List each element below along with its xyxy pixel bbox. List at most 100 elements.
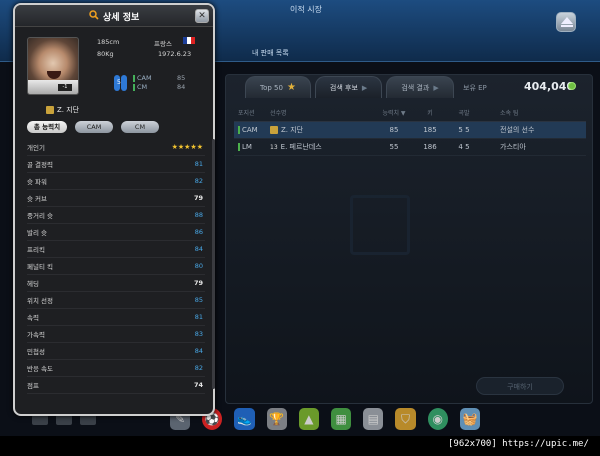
tab-search-results[interactable]: 검색 결과 ▶ — [386, 76, 454, 98]
stat-label: 중거리 슛 — [27, 212, 53, 220]
stat-label: 슛 커브 — [27, 195, 48, 203]
position-cam: CAM — [133, 74, 152, 82]
ep-label: 보유 EP — [463, 84, 487, 92]
shield-icon[interactable]: ⛉ — [395, 408, 416, 430]
tab-total-stats[interactable]: 총 능력치 — [27, 121, 67, 133]
empty-list-icon — [350, 195, 410, 255]
footer-caption: [962x700] https://upic.me/ — [448, 439, 589, 449]
my-sales-list-link[interactable]: 내 판매 목록 — [252, 48, 289, 58]
col-foot[interactable]: 곡발 — [446, 108, 482, 117]
tab-cm-stats[interactable]: CM — [121, 121, 159, 133]
stat-label: 가속력 — [27, 331, 45, 339]
position-mark-icon — [133, 83, 135, 91]
stat-scrollbar[interactable] — [212, 139, 215, 389]
player-height: 185cm — [97, 38, 120, 46]
small-button-1[interactable] — [32, 415, 48, 425]
ep-value: 404,040 — [524, 80, 575, 93]
stat-value: 81 — [194, 160, 203, 168]
stat-label: 페널티 킥 — [27, 263, 53, 271]
stat-value: 86 — [194, 228, 203, 236]
position-mark-icon — [238, 143, 240, 151]
col-height[interactable]: 키 — [414, 108, 446, 117]
popup-header: 상세 정보 ✕ — [15, 5, 213, 27]
eject-icon — [561, 17, 573, 24]
small-button-3[interactable] — [80, 415, 96, 425]
stat-value: 84 — [194, 347, 203, 355]
tab-candidates-label: 검색 후보 — [329, 83, 358, 92]
basket-icon[interactable]: 🧺 — [459, 408, 481, 430]
tab-search-candidates[interactable]: 검색 후보 ▶ — [314, 76, 383, 98]
screenshot-frame: { "app": { "top_title": "이적 시장", "sub_ti… — [0, 0, 600, 456]
stat-label: 프리킥 — [27, 246, 45, 254]
player-country: 프랑스 — [154, 40, 172, 48]
stat-row: 가속력 83 — [27, 326, 205, 343]
magnifier-icon — [89, 10, 99, 20]
row-foot: 4 5 — [458, 143, 470, 151]
stat-row: 민첩성 84 — [27, 343, 205, 360]
stat-row: 프리킥 84 — [27, 241, 205, 258]
row-rating: 55 — [389, 143, 399, 151]
stat-row: 슛 파워 82 — [27, 173, 205, 190]
small-button-2[interactable] — [56, 415, 72, 425]
france-flag-icon — [183, 37, 195, 44]
stat-value: 85 — [194, 296, 203, 304]
stat-label: 점프 — [27, 382, 39, 390]
arrow-icon: ▶ — [433, 83, 439, 92]
col-rating[interactable]: 능력치 ▼ — [374, 108, 414, 117]
cards-icon[interactable]: ▤ — [363, 408, 384, 430]
cone-icon[interactable]: ▲ — [298, 408, 320, 430]
table-row[interactable]: LM 13 E. 페르난데스 55 186 4 5 가스티아 — [234, 139, 586, 156]
stat-row: 반응 속도 82 — [27, 360, 205, 377]
row-team: 전설의 선수 — [500, 126, 535, 134]
position-cam-value: 85 — [177, 74, 186, 82]
stat-label: 반응 속도 — [27, 365, 53, 373]
stat-label: 헤딩 — [27, 280, 39, 288]
table-row[interactable]: CAM Z. 지단 85 185 5 5 전설의 선수 — [234, 122, 586, 139]
col-name[interactable]: 선수명 — [270, 108, 374, 117]
stat-value: 81 — [194, 313, 203, 321]
tab-top50[interactable]: Top 50 ★ — [245, 76, 311, 98]
col-position[interactable]: 포지션 — [234, 108, 270, 117]
player-name-row: Z. 지단 — [46, 105, 79, 115]
stat-label: 슛 파워 — [27, 178, 48, 186]
player-name: Z. 지단 — [57, 106, 80, 114]
stat-value: 79 — [193, 194, 203, 202]
player-birth: 1972.6.23 — [158, 50, 192, 58]
arrow-icon: ▶ — [361, 83, 368, 92]
stat-row: 중거리 슛 88 — [27, 207, 205, 224]
buy-button[interactable]: 구매하기 — [476, 377, 564, 395]
stat-label: 위치 선정 — [27, 297, 53, 305]
row-name: Z. 지단 — [281, 126, 304, 134]
market-title: 이적 시장 — [290, 5, 322, 14]
stat-label: 개인기 — [27, 144, 45, 152]
trophy-icon[interactable]: 🏆 — [266, 408, 287, 430]
eject-button[interactable] — [556, 12, 576, 32]
stat-value: ★★★★★ — [171, 143, 203, 151]
stat-value: 80 — [194, 262, 203, 270]
player-detail-popup: 상세 정보 ✕ -1 185cm 80Kg 프랑스 1972.6.23 5 CA… — [13, 3, 215, 416]
stat-value: 79 — [193, 279, 203, 287]
close-button[interactable]: ✕ — [195, 9, 209, 23]
tab-cam-stats[interactable]: CAM — [75, 121, 113, 133]
position-cm-value: 84 — [177, 83, 186, 91]
boot-icon[interactable]: 👟 — [234, 408, 255, 430]
stat-label: 민첩성 — [27, 348, 45, 356]
stat-label: 발리 슛 — [27, 229, 48, 237]
stat-row: 속력 81 — [27, 309, 205, 326]
player-weight: 80Kg — [97, 50, 114, 58]
col-team[interactable]: 소속 팀 — [482, 108, 562, 117]
stat-row: 발리 슛 86 — [27, 224, 205, 241]
stat-row: 페널티 킥 80 — [27, 258, 205, 275]
club-icon[interactable]: ◉ — [427, 408, 448, 430]
stat-value: 88 — [194, 211, 203, 219]
card-icon — [46, 106, 54, 114]
stat-label: 골 결정력 — [27, 161, 53, 169]
row-height: 186 — [423, 143, 437, 151]
stat-row: 골 결정력 81 — [27, 156, 205, 173]
stat-row: 개인기 ★★★★★ — [27, 139, 205, 156]
stat-row: 점프 74 — [27, 377, 205, 394]
stat-list: 개인기 ★★★★★ 골 결정력 81 슛 파워 82 슛 커브 79 중거리 슛 88 발리 슛 86… — [27, 139, 205, 394]
field-icon[interactable]: ▦ — [331, 408, 352, 430]
boots-number: 5 — [117, 79, 121, 86]
stat-label: 속력 — [27, 314, 39, 322]
